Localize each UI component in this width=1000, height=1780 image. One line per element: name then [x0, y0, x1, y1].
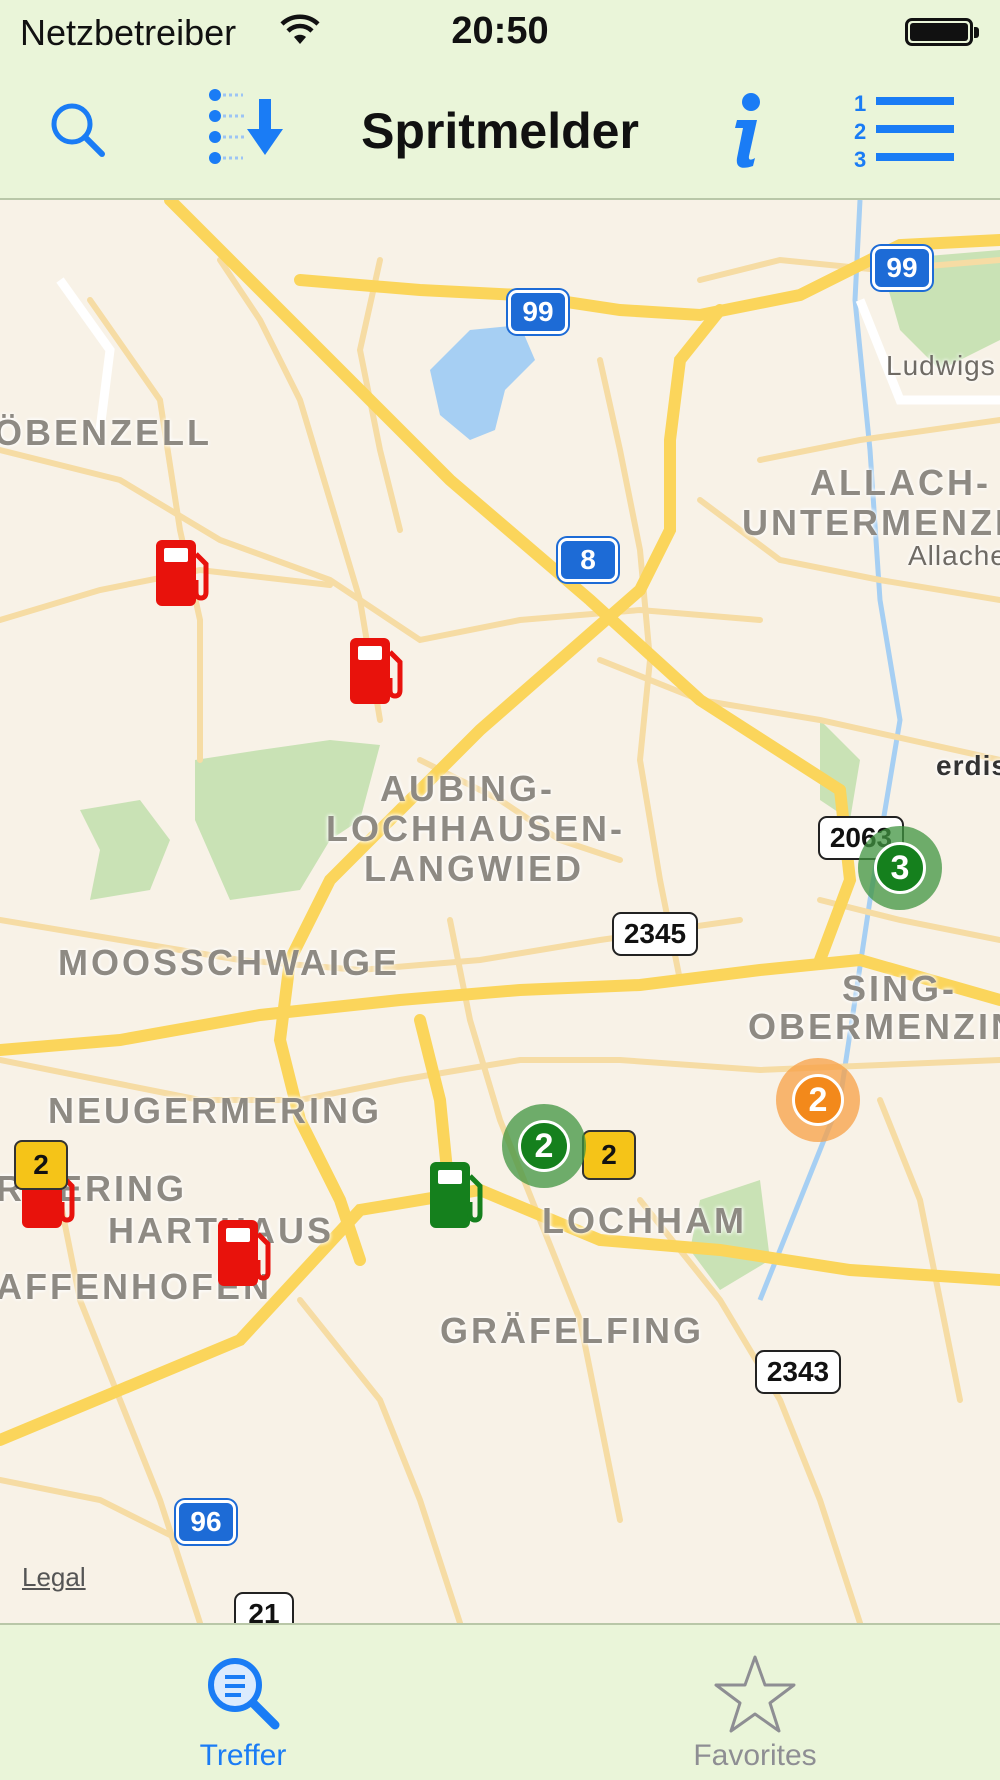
search-button[interactable] — [28, 80, 128, 180]
battery-nub — [974, 27, 979, 38]
place-label: OBERMENZING — [748, 1006, 1000, 1047]
road-shield: 2343 — [755, 1350, 841, 1394]
svg-text:1: 1 — [854, 91, 866, 116]
place-label: ALLACH- — [810, 462, 991, 503]
street-label: erdist — [936, 750, 1000, 781]
star-icon — [714, 1655, 796, 1733]
navigation-bar: Spritmelder 1 2 3 — [0, 62, 1000, 200]
search-list-icon — [208, 1658, 280, 1730]
place-label: MOOSSCHWAIGE — [58, 942, 401, 983]
motorway-shield: 99 — [508, 290, 568, 334]
cluster-count: 2 — [792, 1074, 844, 1126]
place-label: GRÄFELFING — [440, 1310, 704, 1351]
cluster-count: 2 — [518, 1120, 570, 1172]
place-label: LANGWIED — [364, 848, 584, 889]
tab-treffer[interactable]: Treffer — [93, 1625, 393, 1780]
tab-bar: Treffer Favorites — [0, 1623, 1000, 1778]
search-icon — [51, 103, 105, 157]
fuel-pump-icon — [350, 638, 403, 704]
place-label: UNTERMENZIN — [742, 502, 1000, 543]
map-view[interactable]: ÖBENZELL ALLACH- UNTERMENZIN AUBING- LOC… — [0, 200, 1000, 1623]
place-label: SING- — [842, 968, 958, 1009]
place-label: LOCHHAM — [542, 1200, 747, 1241]
motorway-shield: 99 — [872, 246, 932, 290]
tab-favorites[interactable]: Favorites — [605, 1625, 905, 1780]
fuel-pump-icon — [430, 1162, 483, 1228]
station-cluster[interactable]: 2 — [776, 1058, 860, 1142]
fuel-pump-icon — [156, 540, 209, 606]
gas-station-pin-expensive[interactable] — [214, 1216, 276, 1290]
street-label: Allache — [908, 540, 1000, 571]
battery-icon — [905, 18, 973, 46]
clock: 20:50 — [451, 10, 549, 52]
svg-text:3: 3 — [854, 147, 866, 172]
status-bar: Netzbetreiber 20:50 — [0, 0, 1000, 62]
motorway-shield: 8 — [558, 538, 618, 582]
price-tag[interactable]: 2 — [582, 1130, 636, 1180]
gas-station-pin-expensive[interactable] — [152, 536, 214, 610]
place-label: AUBING- — [380, 768, 555, 809]
station-cluster[interactable]: 2 — [502, 1104, 586, 1188]
tab-label: Treffer — [199, 1739, 287, 1772]
station-cluster[interactable]: 3 — [858, 826, 942, 910]
price-tag[interactable]: 2 — [14, 1140, 68, 1190]
gas-station-pin-expensive[interactable] — [346, 634, 408, 708]
street-label: Ludwigs — [886, 350, 996, 381]
tab-label: Favorites — [693, 1739, 817, 1772]
sort-download-icon — [209, 89, 283, 164]
fuel-pump-icon — [218, 1220, 271, 1286]
info-button[interactable] — [695, 80, 795, 180]
cluster-count: 3 — [874, 842, 926, 894]
gas-station-pin-cheap[interactable] — [426, 1158, 488, 1232]
svg-text:2: 2 — [854, 119, 866, 144]
info-icon — [735, 93, 760, 168]
place-label: NEUGERMERING — [48, 1090, 383, 1131]
legal-link[interactable]: Legal — [22, 1562, 86, 1593]
place-label: ÖBENZELL — [0, 412, 212, 453]
road-shield: 21 — [234, 1592, 294, 1623]
numbered-list-icon: 1 2 3 — [854, 91, 954, 172]
numbered-list-button[interactable]: 1 2 3 — [845, 80, 965, 180]
sort-button[interactable] — [196, 80, 306, 180]
road-shield: 2345 — [612, 912, 698, 956]
motorway-shield: 96 — [176, 1500, 236, 1544]
place-label: LOCHHAUSEN- — [326, 808, 625, 849]
